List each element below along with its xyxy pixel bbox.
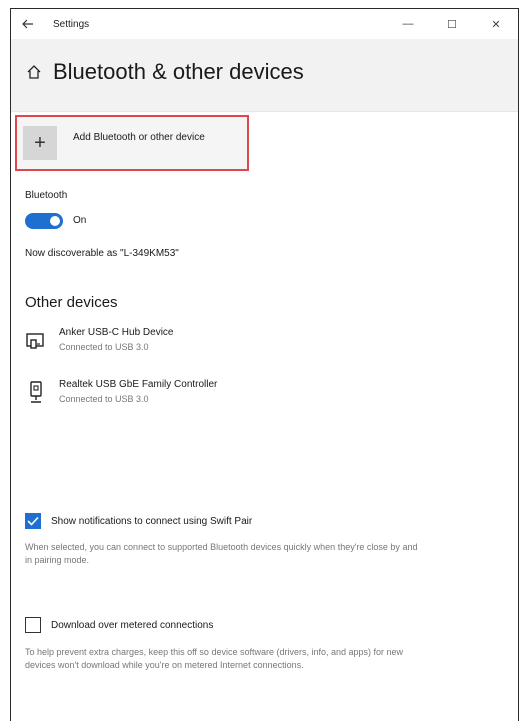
add-device-button[interactable]: + Add Bluetooth or other device [15, 115, 249, 171]
home-icon [27, 65, 41, 79]
metered-checkbox-row[interactable]: Download over metered connections [25, 617, 213, 633]
toggle-knob [50, 216, 60, 226]
maximize-button[interactable]: ☐ [430, 9, 474, 39]
plus-icon: + [23, 126, 57, 160]
minimize-button[interactable]: — [386, 9, 430, 39]
settings-window: Settings — ☐ ✕ Bluetooth & other devices… [10, 8, 519, 721]
app-title: Settings [53, 18, 90, 30]
back-button[interactable] [11, 9, 45, 39]
bluetooth-toggle-state: On [73, 215, 87, 226]
other-devices-title: Other devices [25, 294, 118, 311]
page-header: Bluetooth & other devices [25, 59, 304, 85]
bluetooth-heading: Bluetooth [25, 190, 68, 201]
title-bar: Settings — ☐ ✕ [11, 9, 518, 39]
device-name: Anker USB-C Hub Device [59, 327, 174, 338]
swift-pair-description: When selected, you can connect to suppor… [25, 542, 418, 565]
discoverable-text: Now discoverable as "L-349KM53" [25, 248, 179, 259]
device-text: Realtek USB GbE Family Controller Connec… [59, 379, 217, 404]
network-adapter-icon [30, 381, 42, 403]
device-item[interactable]: Realtek USB GbE Family Controller Connec… [25, 379, 217, 404]
metered-label: Download over metered connections [51, 619, 214, 631]
swift-pair-checkbox-row[interactable]: Show notifications to connect using Swif… [25, 513, 252, 529]
swift-pair-checkbox[interactable] [25, 513, 41, 529]
window-controls: — ☐ ✕ [386, 9, 518, 39]
hub-device-icon [26, 333, 44, 349]
arrow-left-icon [22, 19, 33, 29]
page-title: Bluetooth & other devices [53, 59, 304, 84]
bluetooth-toggle[interactable] [25, 213, 63, 229]
swift-pair-label: Show notifications to connect using Swif… [51, 515, 253, 527]
add-device-label: Add Bluetooth or other device [73, 131, 205, 143]
close-button[interactable]: ✕ [474, 9, 518, 39]
device-status: Connected to USB 3.0 [59, 394, 149, 404]
metered-description: To help prevent extra charges, keep this… [25, 647, 404, 670]
device-text: Anker USB-C Hub Device Connected to USB … [59, 327, 173, 352]
checkmark-icon [27, 516, 39, 526]
device-name: Realtek USB GbE Family Controller [59, 379, 218, 390]
metered-checkbox[interactable] [25, 617, 41, 633]
device-item[interactable]: Anker USB-C Hub Device Connected to USB … [25, 327, 173, 352]
device-status: Connected to USB 3.0 [59, 342, 149, 352]
